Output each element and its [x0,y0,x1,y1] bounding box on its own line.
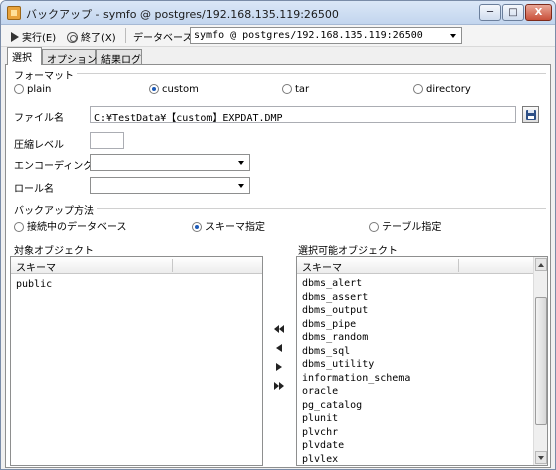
role-select[interactable] [90,177,250,194]
list-item[interactable]: plvchr [302,427,338,438]
method-table-radio[interactable]: テーブル指定 [369,218,441,233]
chevron-down-icon [450,34,456,38]
list-item[interactable]: dbms_assert [302,292,368,303]
target-list-header[interactable]: スキーマ [11,257,262,274]
backup-window: バックアップ - symfo @ postgres/192.168.135.11… [0,0,556,470]
list-item[interactable]: dbms_alert [302,278,362,289]
floppy-disk-icon [526,110,536,120]
target-column-schema[interactable]: スキーマ [16,259,56,274]
maximize-button[interactable]: □ [502,4,524,21]
available-list-header[interactable]: スキーマ [297,257,533,274]
scroll-up-button[interactable] [535,258,547,271]
encoding-label: エンコーディング [14,161,94,172]
list-item[interactable]: public [16,279,52,290]
role-label: ロール名 [14,184,54,195]
database-select-value: symfo @ postgres/192.168.135.119:26500 [194,30,423,41]
available-objects-label: 選択可能オブジェクト [298,246,398,257]
title-bar[interactable]: バックアップ - symfo @ postgres/192.168.135.11… [1,1,555,25]
list-item[interactable]: plvlex [302,454,338,465]
move-all-right-button[interactable] [271,380,287,392]
list-item[interactable]: oracle [302,386,338,397]
move-left-button[interactable] [271,342,287,354]
list-item[interactable]: dbms_utility [302,359,374,370]
database-label: データベース [133,33,193,44]
double-arrow-right-icon-part [279,382,284,390]
exit-icon [67,32,78,43]
target-objects-label: 対象オブジェクト [14,246,94,257]
list-item[interactable]: plvdate [302,440,344,451]
column-divider [172,259,173,272]
method-schema-label: スキーマ指定 [205,222,265,233]
backup-method-group-line [92,208,546,209]
format-plain-label: plain [27,84,52,95]
play-icon [11,32,19,42]
method-table-label: テーブル指定 [382,222,442,233]
method-connected-db-label: 接続中のデータベース [27,222,127,233]
compression-label: 圧縮レベル [14,140,64,151]
format-directory-label: directory [426,84,471,95]
file-name-value: C:¥TestData¥【custom】EXPDAT.DMP [94,113,283,124]
file-name-label: ファイル名 [14,113,64,124]
app-icon [7,6,21,20]
list-item[interactable]: dbms_random [302,332,368,343]
scroll-down-button[interactable] [535,451,547,464]
list-item[interactable]: pg_catalog [302,400,362,411]
radio-indicator [369,222,379,232]
exit-button[interactable]: 終了(X) [67,29,116,44]
list-item[interactable]: dbms_sql [302,346,350,357]
toolbar-separator [125,28,126,43]
move-all-left-button[interactable] [271,323,287,335]
method-connected-db-radio[interactable]: 接続中のデータベース [14,218,127,233]
run-button[interactable]: 実行(E) [11,29,56,44]
radio-indicator [413,84,423,94]
browse-file-button[interactable] [522,106,539,123]
format-tar-label: tar [295,84,310,95]
radio-indicator [14,222,24,232]
backup-method-group-label: バックアップ方法 [14,202,97,217]
format-group-label: フォーマット [14,67,77,82]
vertical-scrollbar[interactable] [533,257,547,465]
arrow-right-icon [276,363,282,371]
scrollbar-thumb[interactable] [535,297,547,425]
target-objects-list[interactable]: スキーマ public [10,256,263,466]
toolbar: 実行(E) 終了(X) データベース symfo @ postgres/192.… [1,25,555,47]
available-column-schema[interactable]: スキーマ [302,259,342,274]
list-item[interactable]: plunit [302,413,338,424]
radio-indicator [14,84,24,94]
format-group-line [70,73,546,74]
available-objects-list[interactable]: スキーマ dbms_alert dbms_assert dbms_output … [296,256,548,466]
move-right-button[interactable] [271,361,287,373]
close-button[interactable]: X [525,4,552,21]
tab-result-log[interactable]: 結果ログ [96,49,142,66]
compression-input[interactable] [90,132,124,149]
tab-bar: 選択 オプション 結果ログ [1,47,555,66]
column-divider [458,259,459,272]
double-arrow-left-icon-part [279,325,284,333]
list-item[interactable]: dbms_output [302,305,368,316]
list-item[interactable]: information_schema [302,373,410,384]
radio-indicator [192,222,202,232]
format-custom-radio[interactable]: custom [149,84,199,95]
list-item[interactable]: dbms_pipe [302,319,356,330]
format-custom-label: custom [162,84,199,95]
radio-indicator [149,84,159,94]
radio-indicator [282,84,292,94]
file-name-input[interactable]: C:¥TestData¥【custom】EXPDAT.DMP [90,106,516,124]
exit-label: 終了(X) [81,33,116,44]
run-label: 実行(E) [22,33,57,44]
arrow-left-icon [276,344,282,352]
encoding-select[interactable] [90,154,250,171]
format-tar-radio[interactable]: tar [282,84,309,95]
format-plain-radio[interactable]: plain [14,84,51,95]
minimize-button[interactable]: ─ [479,4,501,21]
method-schema-radio[interactable]: スキーマ指定 [192,218,265,233]
chevron-down-icon [238,184,244,188]
tab-options[interactable]: オプション [42,49,97,66]
selection-panel: フォーマット plain custom tar directory ファイル名 … [5,64,551,468]
database-select[interactable]: symfo @ postgres/192.168.135.119:26500 [190,27,462,44]
window-title: バックアップ - symfo @ postgres/192.168.135.11… [26,8,339,21]
chevron-down-icon [238,161,244,165]
tab-select[interactable]: 選択 [7,47,42,65]
format-directory-radio[interactable]: directory [413,84,471,95]
